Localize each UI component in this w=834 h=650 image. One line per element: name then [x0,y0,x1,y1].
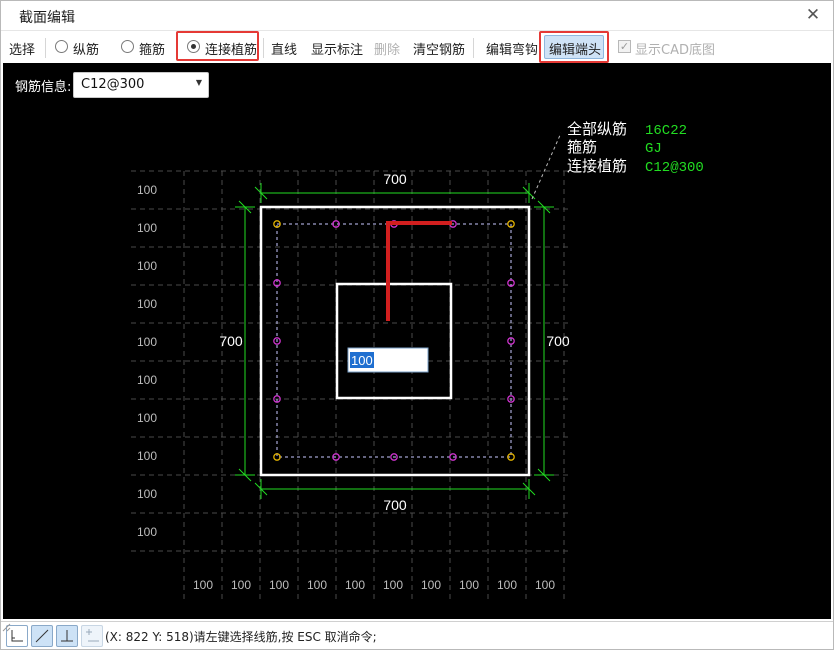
grid-col-label: 100 [421,578,441,592]
rebar-info-label: 钢筋信息: [15,80,72,95]
grid-row-label: 100 [137,411,157,425]
select-button[interactable]: 选择 [9,39,35,58]
edit-hook-button[interactable]: 编辑弯钩 [486,39,538,58]
status-message: (X: 822 Y: 518)请左键选择线筋,按 ESC 取消命令; [105,630,377,644]
grid-col-label: 100 [383,578,403,592]
annotation-label-2: 箍筋 [567,139,597,156]
edit-end-button-label: 编辑端头 [549,43,602,58]
rebar-info-value: C12@300 [81,77,145,92]
toolbar-divider [45,38,46,58]
grid-row-label: 100 [137,449,157,463]
annotation-label-3: 连接植筋 [567,158,627,175]
toolbar-divider [473,38,474,58]
longitudinal-rebar-points [273,220,515,461]
radio-longitudinal[interactable] [55,40,68,53]
grid-col-label: 100 [497,578,517,592]
grid-row-label: 100 [137,221,157,235]
dimension-lines [235,183,554,499]
chevron-down-icon: ▼ [195,78,202,87]
dim-top-text: 700 [383,171,407,187]
grid-col-label: 100 [345,578,365,592]
grid-col-label: 100 [231,578,251,592]
delete-button[interactable]: 删除 [374,39,400,58]
radio-stirrup[interactable] [121,40,134,53]
grid-row-label: 100 [137,373,157,387]
window-title: 截面编辑 [19,10,75,26]
radio-stirrup-label[interactable]: 箍筋 [139,39,165,58]
edit-end-button[interactable]: 编辑端头 [544,35,604,59]
clear-rebar-button[interactable]: 清空钢筋 [413,39,465,58]
radio-longitudinal-label[interactable]: 纵筋 [73,39,99,58]
show-cad-checkbox[interactable]: ✓ [618,40,631,53]
close-icon[interactable]: ✕ [803,5,823,25]
length-input-value: 100 [351,353,373,368]
grid-col-label: 100 [459,578,479,592]
stirrup-outline [276,223,512,458]
grid-row-label: 100 [137,525,157,539]
rebar-info-select[interactable]: C12@300 ▼ [73,72,209,98]
dim-left-text: 700 [219,333,243,349]
annotation-value-1: 16C22 [645,123,687,139]
inner-section-outline [335,282,453,400]
line-button[interactable]: 直线 [271,39,297,58]
drawing-canvas[interactable]: 100 100 100 100 100 100 100 100 100 100 100 100 100 1… [3,63,831,619]
background-grid [131,170,569,603]
resize-grip-icon[interactable] [1,622,11,632]
grid-row-label: 100 [137,297,157,311]
dim-right-text: 700 [546,333,570,349]
section-drawing[interactable]: 100 100 100 100 100 100 100 100 100 100 100 100 100 1… [3,63,831,619]
grid-col-label: 100 [193,578,213,592]
section-edit-window: 截面编辑 ✕ 选择 纵筋 箍筋 连接植筋 直线 显示标注 删除 清空钢筋 编辑弯… [0,0,834,650]
annotation-leader [531,132,562,200]
radio-connect-rebar[interactable] [187,40,200,53]
perpendicular-icon[interactable] [56,625,78,647]
diagonal-line-icon[interactable] [31,625,53,647]
show-annotation-button[interactable]: 显示标注 [311,39,363,58]
grid-row-label: 100 [137,487,157,501]
toolbar: 选择 纵筋 箍筋 连接植筋 直线 显示标注 删除 清空钢筋 编辑弯钩 编辑端头 … [1,31,833,63]
grid-col-label: 100 [307,578,327,592]
rebar-annotation: 全部纵筋 16C22 箍筋 GJ 连接植筋 C12@300 [567,120,704,176]
toolbar-divider [263,38,264,58]
connect-rebar-line [386,221,452,321]
status-bar: (X: 822 Y: 518)请左键选择线筋,按 ESC 取消命令; [1,621,833,649]
parallel-dim-icon[interactable] [81,625,103,647]
annotation-value-2: GJ [645,141,662,157]
grid-col-label: 100 [535,578,555,592]
radio-connect-rebar-label[interactable]: 连接植筋 [205,39,257,58]
grid-row-label: 100 [137,183,157,197]
show-cad-label[interactable]: 显示CAD底图 [635,39,715,58]
grid-row-label: 100 [137,259,157,273]
title-bar: 截面编辑 ✕ [1,1,833,31]
grid-row-label: 100 [137,335,157,349]
grid-labels: 100 100 100 100 100 100 100 100 100 100 100 100 100 1… [137,183,555,592]
annotation-value-3: C12@300 [645,160,704,176]
grid-col-label: 100 [269,578,289,592]
dim-bottom-text: 700 [383,497,407,513]
annotation-label-1: 全部纵筋 [567,120,627,138]
